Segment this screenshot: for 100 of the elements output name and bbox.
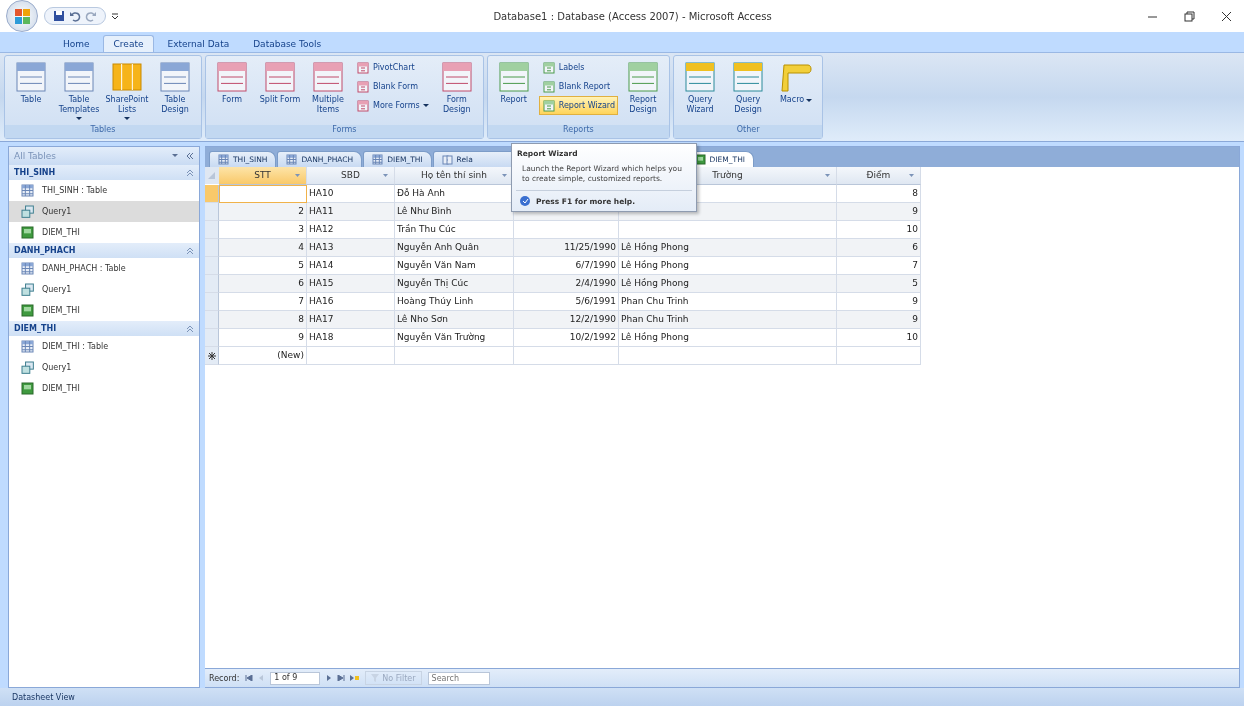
- table-cell: 9: [219, 329, 307, 347]
- ribbon-tab[interactable]: Home: [52, 35, 101, 52]
- ribbon-tab[interactable]: External Data: [156, 35, 241, 52]
- ribbon-button[interactable]: Multiple Items: [305, 58, 351, 118]
- table-cell: 6: [837, 239, 921, 257]
- ribbon-button[interactable]: Form Design: [433, 58, 480, 118]
- ribbon-button[interactable]: More Forms: [353, 96, 432, 115]
- dropdown-icon: [502, 174, 507, 177]
- group-label: Tables: [5, 125, 201, 138]
- form-icon: [21, 382, 34, 395]
- dropdown-icon: [909, 174, 914, 177]
- column-header[interactable]: Điểm: [837, 167, 921, 185]
- ribbon-button[interactable]: Query Wizard: [677, 58, 724, 118]
- new-record-cell[interactable]: (New): [219, 347, 307, 365]
- table-cell: Đỗ Hà Anh: [395, 185, 514, 203]
- ribbon-button[interactable]: SharePoint Lists: [104, 58, 150, 123]
- table-cell: Lê Hồng Phong: [619, 275, 837, 293]
- window-title: Database1 : Database (Access 2007) - Microsoft Access: [492, 10, 773, 22]
- table-cell: 8: [219, 311, 307, 329]
- customize-icon: [112, 12, 118, 20]
- row-selector[interactable]: [205, 347, 219, 365]
- column-header[interactable]: Họ tên thí sinh: [395, 167, 514, 185]
- table-cell: 4: [219, 239, 307, 257]
- ribbon-button[interactable]: Blank Form: [353, 77, 432, 96]
- close-icon[interactable]: [1221, 10, 1232, 22]
- table-cell: HA17: [307, 311, 395, 329]
- navigation-group-header[interactable]: DANH_PHACH: [9, 243, 199, 258]
- document-icon: [684, 61, 717, 93]
- column-header[interactable]: STT: [219, 167, 307, 185]
- table-cell: Lê Nho Sơn: [395, 311, 514, 329]
- ribbon-button[interactable]: Form: [209, 58, 255, 108]
- column-header[interactable]: SBD: [307, 167, 395, 185]
- document-icon: [312, 61, 344, 93]
- ribbon-button[interactable]: Query Design: [725, 58, 772, 118]
- table-icon: [21, 340, 34, 353]
- next-record-icon[interactable]: [326, 675, 333, 681]
- ribbon-button[interactable]: Table Templates: [56, 58, 102, 123]
- office-button[interactable]: [6, 0, 38, 32]
- table-cell: Lê Hồng Phong: [619, 329, 837, 347]
- table-icon: [372, 154, 384, 165]
- table-icon: [286, 154, 298, 165]
- table-icon: [21, 184, 34, 197]
- first-record-icon[interactable]: [245, 675, 254, 681]
- ribbon-button[interactable]: Report Design: [620, 58, 667, 118]
- document-icon: [216, 61, 248, 93]
- document-icon: [15, 61, 47, 93]
- document-icon: [541, 60, 556, 75]
- table-cell: HA10: [307, 185, 395, 203]
- group-label: Forms: [206, 125, 483, 138]
- ribbon-tab[interactable]: Create: [102, 35, 155, 52]
- search-field[interactable]: Search: [427, 671, 490, 685]
- ribbon-button[interactable]: Split Form: [257, 58, 303, 108]
- ribbon-button[interactable]: Labels: [538, 58, 619, 77]
- restore-icon[interactable]: [1184, 10, 1195, 22]
- document-icon: [541, 98, 556, 113]
- collapse-icon: [187, 246, 193, 255]
- ribbon-button[interactable]: Table: [8, 58, 54, 108]
- ribbon-button[interactable]: Macro: [773, 58, 820, 108]
- table-cell: 2/4/1990: [514, 275, 619, 293]
- table-cell: HA15: [307, 275, 395, 293]
- navigation-group-header[interactable]: THI_SINH: [9, 165, 199, 180]
- redo-icon[interactable]: [85, 10, 97, 22]
- table-cell: Nguyễn Văn Trường: [395, 329, 514, 347]
- collapse-icon: [186, 153, 194, 159]
- navigation-item[interactable]: Query1: [9, 201, 199, 222]
- status-text: Datasheet View: [12, 692, 75, 702]
- caret-icon: [422, 104, 429, 107]
- document-icon: [627, 61, 660, 93]
- document-icon: [440, 61, 473, 93]
- table-icon: [218, 154, 229, 165]
- document-icon: [541, 79, 556, 94]
- ribbon-button[interactable]: Report: [490, 58, 537, 108]
- last-record-icon[interactable]: [337, 675, 346, 681]
- form-icon: [21, 304, 34, 317]
- group-label: Reports: [487, 125, 670, 138]
- table-cell: 11/25/1990: [514, 239, 619, 257]
- table-cell: HA13: [307, 239, 395, 257]
- ribbon-button[interactable]: PivotChart: [353, 58, 432, 77]
- table-cell: 12/2/1990: [514, 311, 619, 329]
- ribbon-tab[interactable]: Database Tools: [242, 35, 333, 52]
- navigation-group-header[interactable]: DIEM_THI: [9, 321, 199, 336]
- table-cell: 9: [837, 311, 921, 329]
- record-label: Record:: [209, 673, 240, 683]
- table-cell: 9: [837, 203, 921, 221]
- ribbon-button[interactable]: Blank Report: [538, 77, 619, 96]
- save-icon[interactable]: [53, 10, 65, 22]
- ribbon-button[interactable]: Table Design: [152, 58, 198, 118]
- navigation-title: All Tables: [14, 151, 56, 161]
- ribbon-button[interactable]: Report Wizard: [538, 96, 619, 115]
- table-cell: HA18: [307, 329, 395, 347]
- document-icon: [264, 61, 296, 93]
- caret-icon: [806, 98, 813, 102]
- query-icon: [21, 361, 34, 374]
- new-record-icon[interactable]: [350, 675, 360, 681]
- funnel-icon: [371, 674, 380, 682]
- record-position-field[interactable]: 1 of 9: [270, 671, 321, 685]
- table-cell: 8: [837, 185, 921, 203]
- form-icon: [21, 226, 34, 239]
- collapse-icon: [187, 168, 193, 177]
- undo-icon[interactable]: [69, 10, 81, 22]
